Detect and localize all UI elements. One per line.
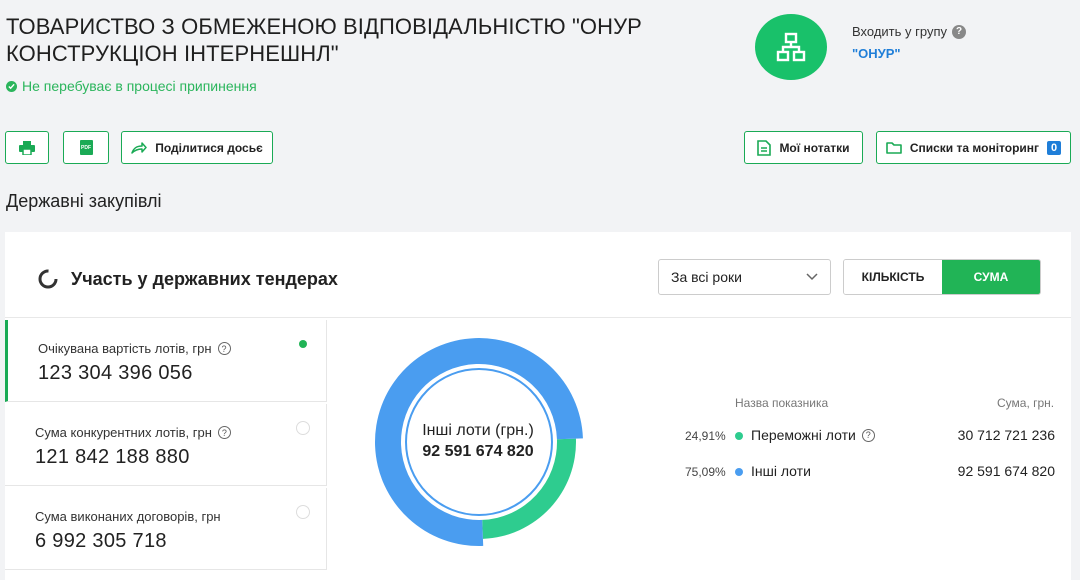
group-structure-icon[interactable] <box>755 14 827 80</box>
metric-label: Сума конкурентних лотів, грн ? <box>35 425 231 440</box>
help-icon[interactable]: ? <box>861 428 875 442</box>
legend-dot <box>735 432 743 440</box>
metric-value: 6 992 305 718 <box>35 530 167 552</box>
folder-icon <box>886 142 902 154</box>
legend-col-name: Назва показника <box>735 396 829 410</box>
count-sum-toggle: КІЛЬКІСТЬ СУМА <box>843 259 1041 295</box>
group-label: Входить у групу ? <box>852 24 966 39</box>
metric-label: Очікувана вартість лотів, грн ? <box>38 341 231 356</box>
legend-name-text: Інші лоти <box>751 463 811 479</box>
status-text: Не перебуває в процесі припинення <box>22 78 257 94</box>
share-dossier-button[interactable]: Поділитися досьє <box>121 131 273 164</box>
metric-label-text: Очікувана вартість лотів, грн <box>38 341 212 356</box>
group-link[interactable]: "ОНУР" <box>852 46 901 61</box>
metric-expected-value[interactable]: Очікувана вартість лотів, грн ? 123 304 … <box>5 320 327 402</box>
metric-value: 123 304 396 056 <box>38 362 193 384</box>
chevron-down-icon <box>806 273 818 281</box>
donut-center-value: 92 591 674 820 <box>422 443 534 460</box>
legend-sum: 30 712 721 236 <box>957 427 1055 443</box>
share-arrow-icon <box>131 141 147 154</box>
legend-row-other[interactable]: 75,09% Інші лоти 92 591 674 820 <box>665 462 1060 484</box>
metric-completed-contracts[interactable]: Сума виконаних договорів, грн 6 992 305 … <box>5 488 327 570</box>
card-title-text: Участь у державних тендерах <box>71 268 338 289</box>
section-title: Державні закупівлі <box>6 191 162 211</box>
metric-competitive-lots[interactable]: Сума конкурентних лотів, грн ? 121 842 1… <box>5 404 327 486</box>
donut-chart-icon <box>38 269 58 289</box>
legend-pct: 75,09% <box>685 465 726 479</box>
notes-icon <box>757 139 772 156</box>
legend-pct: 24,91% <box>685 429 726 443</box>
help-icon[interactable]: ? <box>217 426 231 439</box>
printer-icon <box>19 140 35 155</box>
check-icon <box>6 80 17 92</box>
pdf-button[interactable]: PDF <box>63 131 109 164</box>
lists-monitoring-button[interactable]: Списки та моніторинг 0 <box>876 131 1071 164</box>
metric-label-text: Сума виконаних договорів, грн <box>35 509 221 524</box>
tenders-card: Участь у державних тендерах За всі роки … <box>5 232 1071 580</box>
share-label: Поділитися досьє <box>155 140 263 155</box>
donut-center-label: Інші лоти (грн.) <box>422 422 534 439</box>
donut-center: Інші лоти (грн.) 92 591 674 820 <box>398 422 558 461</box>
pdf-icon: PDF <box>79 140 93 155</box>
metric-radio[interactable] <box>296 505 310 519</box>
toggle-sum-button[interactable]: СУМА <box>942 260 1040 294</box>
help-icon[interactable]: ? <box>217 342 231 355</box>
group-label-text: Входить у групу <box>852 24 947 39</box>
lists-count-badge: 0 <box>1047 140 1062 155</box>
card-header: Участь у державних тендерах За всі роки … <box>5 232 1071 318</box>
legend-row-winning[interactable]: 24,91% Переможні лоти ? 30 712 721 236 <box>665 426 1060 448</box>
print-button[interactable] <box>5 131 49 164</box>
legend-name: Інші лоти <box>751 463 811 479</box>
help-icon[interactable]: ? <box>952 24 966 39</box>
notes-label: Мої нотатки <box>779 140 850 155</box>
card-title: Участь у державних тендерах <box>37 268 338 290</box>
metric-value: 121 842 188 880 <box>35 446 190 468</box>
toggle-count-button[interactable]: КІЛЬКІСТЬ <box>844 260 942 294</box>
lists-label: Списки та моніторинг <box>909 140 1040 155</box>
metric-radio[interactable] <box>296 421 310 435</box>
metric-radio-selected[interactable] <box>296 337 310 351</box>
metric-label-text: Сума конкурентних лотів, грн <box>35 425 212 440</box>
legend-name: Переможні лоти ? <box>751 427 875 443</box>
legend-sum: 92 591 674 820 <box>957 463 1055 479</box>
my-notes-button[interactable]: Мої нотатки <box>744 131 863 164</box>
legend-dot <box>735 468 743 476</box>
status-line: Не перебуває в процесі припинення <box>6 78 257 94</box>
company-title: ТОВАРИСТВО З ОБМЕЖЕНОЮ ВІДПОВІДАЛЬНІСТЮ … <box>6 14 642 66</box>
metric-label: Сума виконаних договорів, грн <box>35 509 221 524</box>
period-select-value: За всі роки <box>671 269 742 285</box>
legend-name-text: Переможні лоти <box>751 427 856 443</box>
period-select[interactable]: За всі роки <box>658 259 831 295</box>
legend-col-sum: Сума, грн. <box>997 396 1055 410</box>
